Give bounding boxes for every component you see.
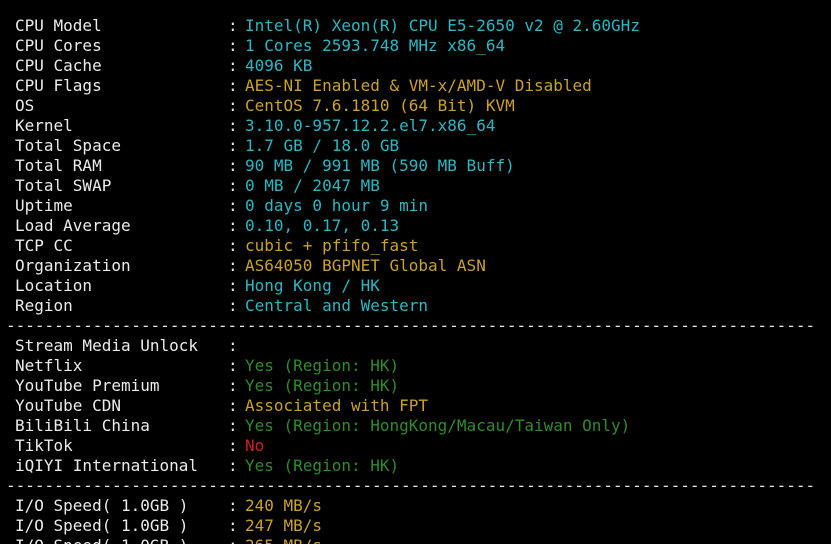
info-key: CPU Model	[15, 16, 102, 35]
info-key: Uptime	[15, 196, 73, 215]
info-value: 1.7 GB / 18.0 GB	[245, 136, 400, 155]
info-key: TCP CC	[15, 236, 73, 255]
info-colon: :	[228, 136, 238, 155]
info-key: CPU Cores	[15, 36, 102, 55]
io-value: 247 MB/s	[245, 516, 323, 535]
info-colon: :	[228, 36, 238, 55]
info-value: Intel(R) Xeon(R) CPU E5-2650 v2 @ 2.60GH…	[245, 16, 640, 35]
io-colon: :	[228, 496, 238, 515]
info-colon: :	[228, 16, 238, 35]
stream-value: Yes (Region: HK)	[245, 456, 400, 475]
info-key: CPU Flags	[15, 76, 102, 95]
stream-value: No	[245, 436, 265, 455]
info-colon: :	[228, 216, 238, 235]
info-value: Hong Kong / HK	[245, 276, 380, 295]
stream-colon: :	[228, 356, 238, 375]
stream-key: YouTube Premium	[15, 376, 160, 395]
info-colon: :	[228, 176, 238, 195]
stream-colon: :	[228, 396, 238, 415]
info-colon: :	[228, 256, 238, 275]
info-colon: :	[228, 116, 238, 135]
io-value: 240 MB/s	[245, 496, 323, 515]
info-colon: :	[228, 196, 238, 215]
info-colon: :	[228, 156, 238, 175]
info-key: Total RAM	[15, 156, 102, 175]
stream-colon: :	[228, 416, 238, 435]
info-value: 0 days 0 hour 9 min	[245, 196, 429, 215]
info-key: Load Average	[15, 216, 131, 235]
info-value: AES-NI Enabled & VM-x/AMD-V Disabled	[245, 76, 592, 95]
info-colon: :	[228, 296, 238, 315]
info-value: CentOS 7.6.1810 (64 Bit) KVM	[245, 96, 515, 115]
io-colon: :	[228, 516, 238, 535]
info-value: 0 MB / 2047 MB	[245, 176, 380, 195]
info-value: 0.10, 0.17, 0.13	[245, 216, 400, 235]
separator-line: ----------------------------------------…	[6, 0, 826, 8]
stream-key: BiliBili China	[15, 416, 150, 435]
info-value: 3.10.0-957.12.2.el7.x86_64	[245, 116, 496, 135]
stream-colon: :	[228, 336, 238, 355]
info-key: Location	[15, 276, 93, 295]
io-key: I/O Speed( 1.0GB )	[15, 516, 189, 535]
separator-line: ----------------------------------------…	[6, 476, 816, 495]
io-key: I/O Speed( 1.0GB )	[15, 496, 189, 515]
stream-value: Yes (Region: HongKong/Macau/Taiwan Only)	[245, 416, 631, 435]
stream-value: Associated with FPT	[245, 396, 429, 415]
info-value: AS64050 BGPNET Global ASN	[245, 256, 486, 275]
stream-key: iQIYI International	[15, 456, 199, 475]
info-key: CPU Cache	[15, 56, 102, 75]
info-value: 4096 KB	[245, 56, 313, 75]
stream-value: Yes (Region: HK)	[245, 356, 400, 375]
info-key: Total Space	[15, 136, 121, 155]
stream-colon: :	[228, 456, 238, 475]
info-key: Region	[15, 296, 73, 315]
info-colon: :	[228, 96, 238, 115]
io-colon: :	[228, 536, 238, 544]
info-key: Kernel	[15, 116, 73, 135]
info-value: Central and Western	[245, 296, 429, 315]
info-colon: :	[228, 76, 238, 95]
stream-key: YouTube CDN	[15, 396, 121, 415]
info-colon: :	[228, 236, 238, 255]
io-key: I/O Speed( 1.0GB )	[15, 536, 188, 544]
stream-header: Stream Media Unlock	[15, 336, 199, 355]
info-key: Organization	[15, 256, 131, 275]
info-key: OS	[15, 96, 35, 115]
info-value: 1 Cores 2593.748 MHz x86_64	[245, 36, 506, 55]
stream-value: Yes (Region: HK)	[245, 376, 400, 395]
info-value: cubic + pfifo_fast	[245, 236, 419, 255]
info-key: Total SWAP	[15, 176, 112, 195]
terminal-window[interactable]: ----------------------------------------…	[0, 0, 831, 544]
stream-colon: :	[228, 376, 238, 395]
info-colon: :	[228, 56, 238, 75]
info-value: 90 MB / 991 MB (590 MB Buff)	[245, 156, 515, 175]
info-colon: :	[228, 276, 238, 295]
stream-key: Netflix	[15, 356, 83, 375]
stream-key: TikTok	[15, 436, 73, 455]
io-value: 265 MB/s	[245, 536, 322, 544]
stream-colon: :	[228, 436, 238, 455]
separator-line: ----------------------------------------…	[6, 316, 816, 335]
